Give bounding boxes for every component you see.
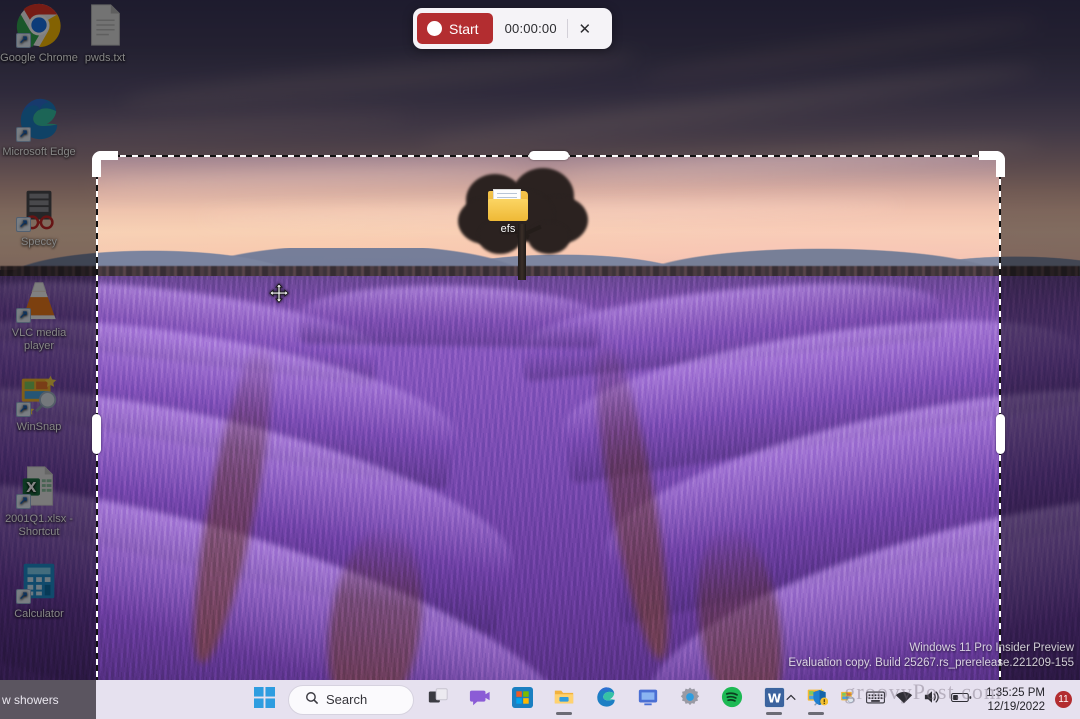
dim-overlay-left [0,155,96,719]
taskbar-search-label: Search [326,692,367,707]
screen-recorder-toolbar[interactable]: Start 00:00:00 ✕ [413,8,612,49]
taskbar-settings-button[interactable] [672,683,708,716]
remote-desktop-icon [637,686,659,713]
selection-handle-top-center[interactable] [529,151,569,160]
taskbar-spotify-button[interactable] [714,683,750,716]
selection-handle-top-right[interactable] [979,151,1005,177]
volume-icon [923,689,941,710]
wifi-icon [895,690,913,710]
gear-icon [679,686,701,713]
tray-battery-button[interactable] [947,685,976,715]
recording-timer: 00:00:00 [493,21,567,36]
tray-security-button[interactable] [806,685,832,715]
watermark-line-1: Windows 11 Pro Insider Preview [788,641,1074,656]
start-recording-button[interactable]: Start [417,13,493,44]
record-dot-icon [427,21,442,36]
tray-wifi-button[interactable] [891,685,917,715]
taskbar-chat-button[interactable] [462,683,498,716]
taskbar-microsoft-store-button[interactable] [504,683,540,716]
selection-handle-middle-right[interactable] [996,414,1005,454]
desktop-screen: efs ↗ Google Chrome [0,0,1080,719]
windows-evaluation-watermark: Windows 11 Pro Insider Preview Evaluatio… [788,641,1074,671]
watermark-line-2: Evaluation copy. Build 25267.rs_prerelea… [788,656,1074,671]
security-shield-icon [811,689,828,711]
edge-icon [595,686,617,713]
selection-marching-ants-border [96,155,1001,713]
clock-date: 12/19/2022 [987,700,1045,714]
taskbar-remote-desktop-button[interactable] [630,683,666,716]
spotify-icon [721,686,743,713]
weather-label: w showers [2,693,59,707]
desktop-folder-efs[interactable]: efs [487,189,529,235]
taskbar-start-button[interactable] [246,683,282,716]
search-icon [305,691,319,708]
taskbar-weather-widget[interactable]: w showers [0,680,96,719]
taskbar-search-box[interactable]: Search [288,685,414,715]
system-tray: 1:35:25 PM 12/19/2022 11 [778,680,1076,719]
taskbar-edge-button[interactable] [588,683,624,716]
tray-keyboard-button[interactable] [862,685,889,715]
chat-icon [469,686,491,713]
selection-handle-middle-left[interactable] [92,414,101,454]
tray-winsnap-button[interactable] [834,685,860,715]
notification-badge[interactable]: 11 [1055,691,1072,708]
selection-handle-top-left[interactable] [92,151,118,177]
windows-taskbar[interactable]: Search [0,680,1080,719]
chevron-up-icon [785,691,797,709]
task-view-icon [427,686,449,713]
close-recorder-button[interactable]: ✕ [568,13,602,45]
tray-overflow-button[interactable] [778,685,804,715]
file-explorer-icon [553,686,575,713]
tray-volume-button[interactable] [919,685,945,715]
start-recording-label: Start [449,21,479,37]
battery-icon [951,691,972,709]
taskbar-task-view-button[interactable] [420,683,456,716]
taskbar-file-explorer-button[interactable] [546,683,582,716]
winsnap-tray-icon [839,689,856,711]
dim-overlay-right [1001,155,1080,719]
taskbar-clock[interactable]: 1:35:25 PM 12/19/2022 [978,686,1053,714]
keyboard-icon [866,690,885,710]
capture-selection-region[interactable] [96,155,1001,713]
windows-logo-icon [254,687,275,713]
move-cursor [268,283,290,305]
clock-time: 1:35:25 PM [986,686,1045,700]
folder-icon [488,189,528,221]
microsoft-store-icon [512,687,533,713]
desktop-folder-label: efs [487,223,529,235]
